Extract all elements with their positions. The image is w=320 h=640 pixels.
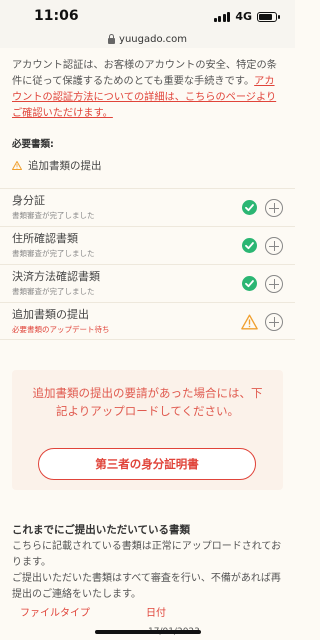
url-text: yuugado.com bbox=[119, 33, 187, 45]
document-row-address[interactable]: 住所確認書類 書類審査が完了しました bbox=[0, 226, 295, 264]
expand-plus-icon[interactable] bbox=[265, 313, 283, 331]
submitted-heading: これまでにご提出いただいている書類 bbox=[12, 524, 190, 536]
status-bar: 11:06 4G bbox=[0, 0, 295, 30]
document-list: 身分証 書類審査が完了しました 住所確認書類 書類審査が完了しました 決済方法確… bbox=[0, 188, 295, 340]
battery-icon bbox=[257, 11, 280, 22]
warning-icon bbox=[241, 314, 258, 330]
check-icon bbox=[242, 200, 257, 215]
status-time: 11:06 bbox=[34, 8, 79, 24]
warning-icon bbox=[12, 161, 22, 170]
upload-panel: 追加書類の提出の要請があった場合には、下記よりアップロードしてください。 第三者… bbox=[12, 370, 283, 490]
document-row-additional[interactable]: 追加書類の提出 必要書類のアップデート待ち bbox=[0, 302, 295, 340]
lock-icon bbox=[108, 33, 116, 44]
signal-icon bbox=[213, 11, 231, 22]
required-item: 追加書類の提出 bbox=[12, 158, 283, 173]
column-file-type: ファイルタイプ bbox=[20, 608, 90, 619]
upload-message: 追加書類の提出の要請があった場合には、下記よりアップロードしてください。 bbox=[32, 386, 263, 418]
intro-text: アカウント認証は、お客様のアカウントの安全、特定の条件に従って保護するためのとて… bbox=[0, 48, 295, 122]
submitted-text-2: ご提出いただいた書類はすべて審査を行い、不備があれば再提出のご連絡をいたします。 bbox=[12, 573, 281, 600]
status-indicators: 4G bbox=[213, 10, 280, 23]
required-item-label: 追加書類の提出 bbox=[28, 160, 102, 172]
expand-plus-icon[interactable] bbox=[265, 237, 283, 255]
document-row-payment[interactable]: 決済方法確認書類 書類審査が完了しました bbox=[0, 264, 295, 302]
address-bar[interactable]: yuugado.com bbox=[0, 30, 295, 48]
check-icon bbox=[242, 238, 257, 253]
intro-body: アカウント認証は、お客様のアカウントの安全、特定の条件に従って保護するためのとて… bbox=[12, 60, 277, 87]
network-label: 4G bbox=[235, 10, 252, 23]
table-header: ファイルタイプ 日付 bbox=[20, 604, 166, 619]
home-indicator[interactable] bbox=[95, 630, 201, 634]
check-icon bbox=[242, 276, 257, 291]
submitted-documents: これまでにご提出いただいている書類 こちらに記載されている書類は正常にアップロー… bbox=[12, 522, 283, 603]
expand-plus-icon[interactable] bbox=[265, 199, 283, 217]
expand-plus-icon[interactable] bbox=[265, 275, 283, 293]
third-party-id-upload-button[interactable]: 第三者の身分証明書 bbox=[38, 448, 256, 480]
column-date: 日付 bbox=[146, 608, 166, 619]
required-documents-title: 必要書類: bbox=[12, 139, 54, 150]
document-row-id[interactable]: 身分証 書類審査が完了しました bbox=[0, 188, 295, 226]
submitted-text-1: こちらに記載されている書類は正常にアップロードされております。 bbox=[12, 541, 282, 568]
